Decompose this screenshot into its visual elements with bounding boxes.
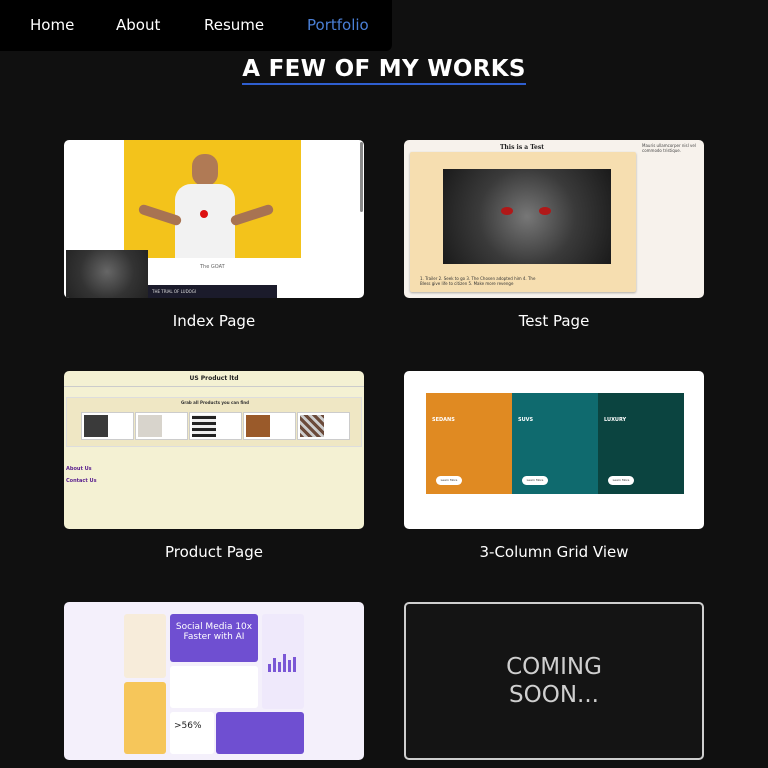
project-card-product[interactable]: US Product ltd Grab all Products you can… (64, 371, 364, 529)
thumb-title: This is a Test (499, 144, 545, 151)
top-nav: Home About Resume Portfolio (0, 0, 392, 51)
about-us-link: About Us (66, 466, 92, 472)
social-stat: >56% (174, 721, 202, 731)
project-caption-test: Test Page (518, 312, 590, 330)
anime-image (443, 169, 611, 264)
nav-portfolio-link[interactable]: Portfolio (307, 16, 369, 34)
thumb-panel: 1. Trailer 2. Seek to go 3. The Chosen a… (410, 152, 636, 292)
product-item (297, 412, 350, 440)
eye-right-icon (539, 207, 551, 215)
learn-more-button: Learn More (522, 476, 548, 485)
thumb-title: US Product ltd (189, 375, 239, 382)
project-caption-index: Index Page (172, 312, 256, 330)
player-shirt (175, 184, 235, 258)
product-strip-title: Grab all Products you can find (180, 400, 250, 405)
product-strip: Grab all Products you can find (66, 397, 362, 447)
thumb-caption: The GOAT (200, 264, 225, 270)
product-image (192, 415, 216, 437)
nav-about-link[interactable]: About (116, 16, 160, 34)
grid-column-suvs: SUVS Learn More (512, 393, 598, 494)
nav-resume-link[interactable]: Resume (204, 16, 264, 34)
product-item (189, 412, 242, 440)
learn-more-button: Learn More (436, 476, 462, 485)
project-caption-grid: 3-Column Grid View (479, 543, 629, 561)
grid-column-label: SEDANS (432, 417, 455, 423)
product-item (135, 412, 188, 440)
section-title: A FEW OF MY WORKS (242, 56, 526, 85)
coming-soon-text: COMING SOON... (506, 654, 602, 708)
social-tile (170, 666, 258, 708)
product-image (300, 415, 324, 437)
thumb-links: About Us Contact Us (66, 463, 97, 487)
player-head (192, 154, 218, 186)
product-item (81, 412, 134, 440)
social-tile (124, 614, 166, 678)
section-heading: A FEW OF MY WORKS (0, 56, 768, 85)
social-stat-tile: >56% (170, 712, 214, 754)
social-tile (216, 712, 304, 754)
project-card-grid[interactable]: SEDANS Learn More SUVS Learn More LUXURY… (404, 371, 704, 529)
project-card-social[interactable]: Social Media 10x Faster with AI >56% (64, 602, 364, 760)
product-item (243, 412, 296, 440)
project-caption-product: Product Page (164, 543, 264, 561)
social-headline-tile: Social Media 10x Faster with AI (170, 614, 258, 662)
contact-us-link: Contact Us (66, 478, 97, 484)
coming-soon-card: COMING SOON... (404, 602, 704, 760)
thumb-list: 1. Trailer 2. Seek to go 3. The Chosen a… (420, 276, 536, 286)
project-card-test[interactable]: This is a Test 1. Trailer 2. Seek to go … (404, 140, 704, 298)
thumb-side-text: Mauris ullamcorper nisl vel commodo tris… (642, 143, 696, 153)
thumb-video-bar: THE TRIAL OF LUDOGI (148, 285, 277, 298)
divider (64, 386, 364, 387)
eye-left-icon (501, 207, 513, 215)
bar-chart-icon (268, 652, 300, 672)
thumb-scrollbar (360, 142, 363, 212)
project-card-index[interactable]: The GOAT THE TRIAL OF LUDOGI (64, 140, 364, 298)
anime-thumbnail (66, 250, 148, 298)
club-badge-icon (200, 210, 208, 218)
product-image (246, 415, 270, 437)
social-tile (124, 682, 166, 754)
learn-more-button: Learn More (608, 476, 634, 485)
product-image (84, 415, 108, 437)
product-image (138, 415, 162, 437)
grid-column-label: LUXURY (604, 417, 627, 423)
grid-column-sedans: SEDANS Learn More (426, 393, 512, 494)
grid-column-label: SUVS (518, 417, 534, 423)
nav-home-link[interactable]: Home (30, 16, 74, 34)
grid-column-luxury: LUXURY Learn More (598, 393, 684, 494)
